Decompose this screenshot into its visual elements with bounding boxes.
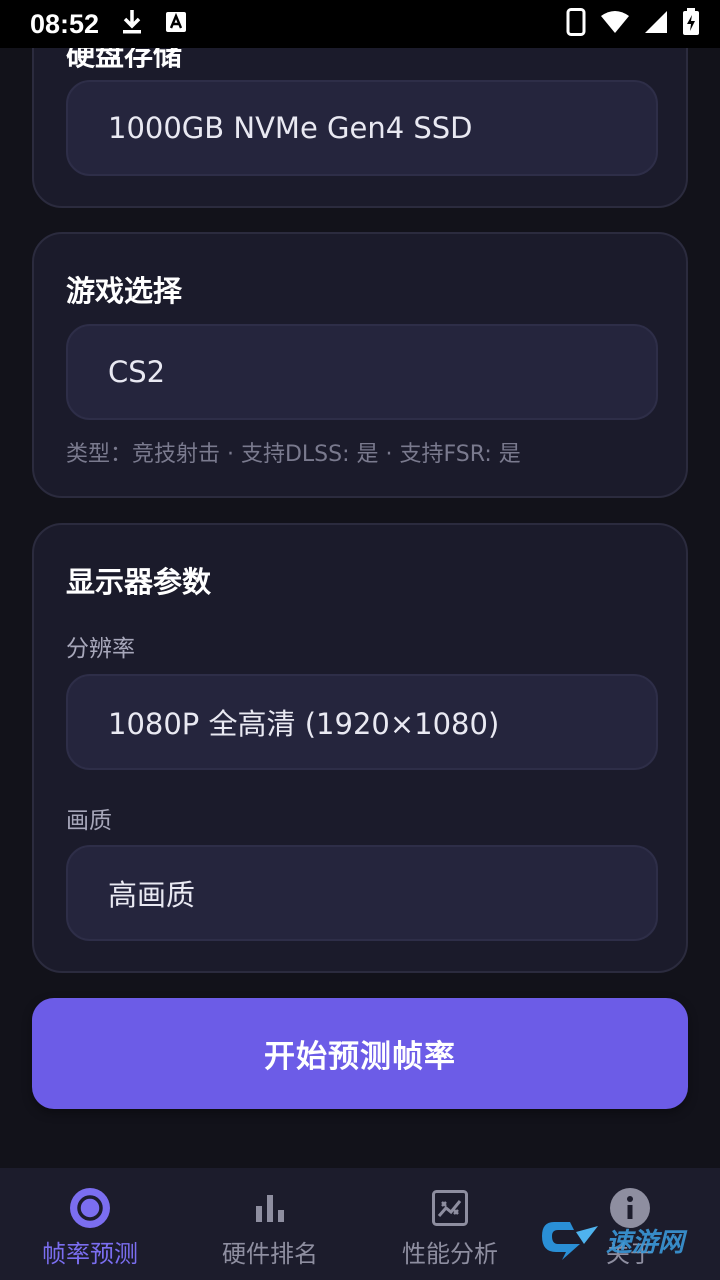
wifi-icon: [600, 10, 630, 38]
quality-select[interactable]: 高画质: [66, 845, 658, 941]
info-icon: [610, 1188, 650, 1228]
nav-label: 硬件排名: [222, 1240, 318, 1268]
storage-card: 硬盘存储 1000GB NVMe Gen4 SSD: [32, 48, 688, 208]
nav-item-performance-analysis[interactable]: 性能分析: [360, 1168, 540, 1280]
nav-label: 性能分析: [402, 1240, 498, 1268]
game-select[interactable]: CS2: [66, 324, 658, 420]
nav-item-about[interactable]: 关于: [540, 1168, 720, 1280]
nav-label: 帧率预测: [42, 1240, 138, 1268]
resolution-select[interactable]: 1080P 全高清 (1920×1080): [66, 674, 658, 770]
status-time: 08:52: [30, 8, 100, 39]
download-icon: [121, 9, 143, 39]
signal-icon: [644, 10, 668, 38]
display-card-title: 显示器参数: [66, 565, 212, 599]
battery-charging-icon: [682, 8, 700, 40]
a-badge-icon: [165, 11, 187, 37]
bar-chart-icon: [250, 1188, 290, 1228]
start-prediction-button[interactable]: 开始预测帧率: [32, 998, 688, 1109]
storage-select[interactable]: 1000GB NVMe Gen4 SSD: [66, 80, 658, 176]
circle-icon: [70, 1188, 110, 1228]
line-chart-icon: [430, 1188, 470, 1228]
nav-label: 关于: [606, 1240, 654, 1268]
nav-item-hardware-ranking[interactable]: 硬件排名: [180, 1168, 360, 1280]
storage-card-title: 硬盘存储: [66, 48, 183, 72]
resolution-label: 分辨率: [66, 636, 135, 662]
phone-icon: [566, 8, 586, 40]
game-card-title: 游戏选择: [66, 274, 183, 308]
display-card: 显示器参数 分辨率 1080P 全高清 (1920×1080) 画质 高画质: [32, 523, 688, 973]
game-info-hint: 类型：竞技射击 · 支持DLSS: 是 · 支持FSR: 是: [66, 442, 521, 467]
nav-item-fps-prediction[interactable]: 帧率预测: [0, 1168, 180, 1280]
status-bar: 08:52: [0, 0, 720, 48]
game-card: 游戏选择 CS2 类型：竞技射击 · 支持DLSS: 是 · 支持FSR: 是: [32, 232, 688, 498]
scroll-content[interactable]: 硬盘存储 1000GB NVMe Gen4 SSD 游戏选择 CS2 类型：竞技…: [0, 48, 720, 1168]
bottom-nav: 帧率预测 硬件排名 性能分析 关于: [0, 1168, 720, 1280]
quality-label: 画质: [66, 808, 112, 834]
